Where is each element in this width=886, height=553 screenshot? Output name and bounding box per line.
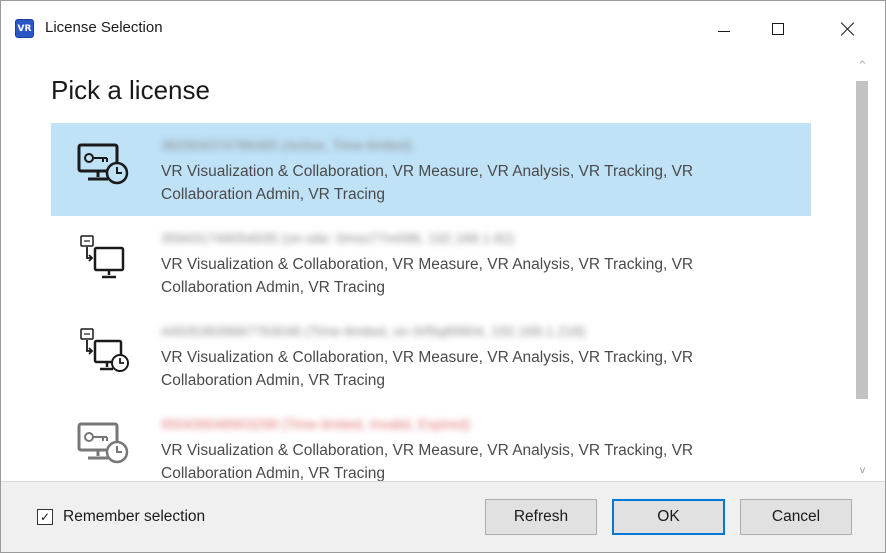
minimize-button[interactable]: [701, 1, 747, 57]
license-transfer-monitor-icon: [80, 235, 125, 279]
license-products: VR Visualization & Collaboration, VR Mea…: [161, 442, 694, 481]
checkbox-checked-icon[interactable]: ✓: [37, 509, 53, 525]
app-logo-icon: VR: [15, 19, 34, 38]
close-icon: [841, 22, 855, 36]
license-transfer-monitor-clock-icon: [80, 328, 129, 372]
license-id: 950439048903299 (Time-limited, Invalid, …: [161, 416, 471, 432]
scroll-thumb[interactable]: [856, 81, 868, 399]
scroll-up-icon[interactable]: ^: [854, 57, 871, 74]
license-item[interactable]: 449353839667763046 (Time-limited, on 0rf…: [51, 309, 811, 402]
remember-selection-label: Remember selection: [63, 508, 206, 525]
cancel-button[interactable]: Cancel: [740, 499, 852, 535]
license-products: VR Visualization & Collaboration, VR Mea…: [161, 163, 694, 203]
ok-button[interactable]: OK: [612, 499, 725, 535]
footer-bar: ✓ Remember selection Refresh OK Cancel: [1, 481, 885, 552]
license-monitor-clock-icon: [77, 143, 129, 185]
maximize-button[interactable]: [755, 1, 801, 57]
title-bar[interactable]: VR License Selection: [1, 1, 885, 57]
license-item[interactable]: 359431749054935 (on-site: 0mss77m098, 19…: [51, 216, 811, 309]
license-products: VR Visualization & Collaboration, VR Mea…: [161, 256, 694, 296]
license-list[interactable]: 382904374786465 (Active, Time-limited) V…: [51, 123, 811, 481]
license-item[interactable]: 950439048903299 (Time-limited, Invalid, …: [51, 402, 811, 481]
maximize-icon: [772, 23, 784, 35]
scroll-down-icon[interactable]: v: [854, 462, 871, 479]
vertical-scrollbar[interactable]: ^ v: [854, 57, 871, 481]
license-item[interactable]: 382904374786465 (Active, Time-limited) V…: [51, 123, 811, 216]
license-id: 449353839667763046 (Time-limited, on 0rf…: [161, 323, 586, 339]
license-selection-window: VR License Selection Pick a license 3829…: [0, 0, 886, 553]
remember-selection-checkbox[interactable]: ✓ Remember selection: [37, 508, 205, 526]
refresh-button[interactable]: Refresh: [485, 499, 597, 535]
license-id: 382904374786465 (Active, Time-limited): [161, 137, 413, 153]
page-title: Pick a license: [51, 75, 210, 105]
license-monitor-clock-disabled-icon: [77, 422, 129, 464]
content-area: Pick a license 382904374786465 (Active, …: [1, 57, 885, 481]
license-products: VR Visualization & Collaboration, VR Mea…: [161, 349, 694, 389]
close-button[interactable]: [825, 1, 871, 57]
minimize-icon: [718, 30, 730, 32]
window-title: License Selection: [45, 19, 163, 36]
license-id: 359431749054935 (on-site: 0mss77m098, 19…: [161, 230, 515, 246]
